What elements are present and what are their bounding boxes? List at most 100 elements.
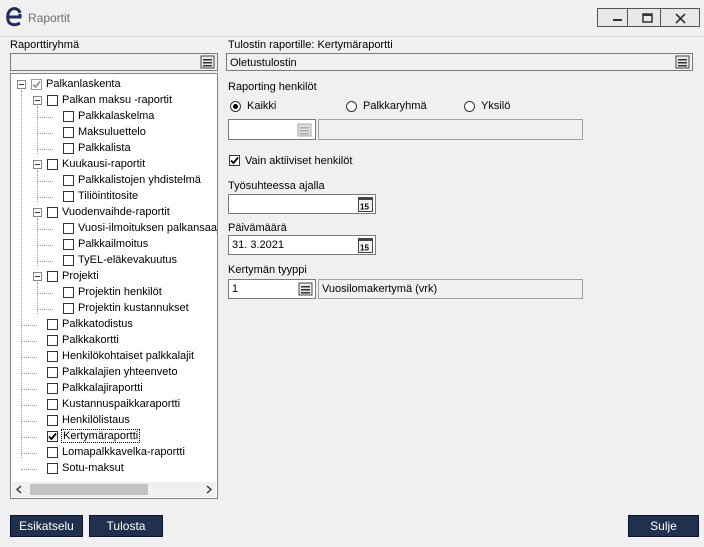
tree-item-checkbox[interactable] xyxy=(63,111,74,122)
close-window-button[interactable] xyxy=(660,8,700,27)
tree-item-label: Henkilökohtaiset palkkalajit xyxy=(62,350,195,362)
calendar-icon[interactable]: 15 xyxy=(358,197,373,212)
tree-item-checkbox[interactable] xyxy=(47,415,58,426)
check-icon xyxy=(230,156,239,165)
tree-item-checkbox[interactable] xyxy=(47,271,58,282)
scroll-right-icon[interactable] xyxy=(205,485,213,494)
tree-item-label: Palkan maksu -raportit xyxy=(62,94,173,106)
tree-connector xyxy=(37,293,53,294)
radio-individual-label: Yksilö xyxy=(481,100,511,112)
report-tree[interactable]: Palkanlaskenta Palkan maksu -raportit Palk… xyxy=(10,73,218,499)
tree-item-label: Projekti xyxy=(62,270,99,282)
tree-item-checkbox[interactable] xyxy=(47,463,58,474)
horizontal-scrollbar[interactable] xyxy=(12,482,216,497)
persons-label: Raporting henkilöt xyxy=(228,81,317,93)
check-icon xyxy=(32,80,41,89)
pay-group-code-field[interactable] xyxy=(228,119,316,140)
tree-item-label: Maksuluettelo xyxy=(78,126,146,138)
tree-item-label: Kertymäraportti xyxy=(60,429,141,443)
tree-item-checkbox[interactable] xyxy=(47,335,58,346)
calendar-icon[interactable]: 15 xyxy=(358,238,373,253)
tree-item-label: Palkkalajien yhteenveto xyxy=(62,366,178,378)
tree-item-checkbox[interactable] xyxy=(47,383,58,394)
tree-item-checkbox[interactable] xyxy=(47,319,58,330)
tree-item-checkbox[interactable] xyxy=(63,255,74,266)
dropdown-icon[interactable] xyxy=(675,54,691,70)
tree-item-checkbox[interactable] xyxy=(47,431,58,442)
date-label: Päivämäärä xyxy=(228,222,287,234)
tree-connector xyxy=(21,421,37,422)
radio-all[interactable] xyxy=(230,101,241,112)
tree-item-checkbox[interactable] xyxy=(47,351,58,362)
tree-connector xyxy=(21,373,37,374)
tree-item-checkbox[interactable] xyxy=(47,95,58,106)
scroll-left-icon[interactable] xyxy=(15,485,23,494)
tree-item-label: Vuosi-ilmoituksen palkansaaja xyxy=(78,222,218,234)
tree-connector xyxy=(21,405,37,406)
tree-item-label: Palkkailmoitus xyxy=(78,238,149,250)
tree-item-checkbox[interactable] xyxy=(47,207,58,218)
dropdown-icon[interactable] xyxy=(200,54,216,70)
tree-connector xyxy=(37,133,53,134)
svg-text:15: 15 xyxy=(360,244,369,253)
radio-pay-group[interactable] xyxy=(346,101,357,112)
accrual-type-label: Kertymän tyyppi xyxy=(228,264,307,276)
date-value: 31. 3.2021 xyxy=(232,239,284,251)
pay-group-name-field xyxy=(318,119,583,140)
tree-connector xyxy=(21,341,37,342)
tree-item-checkbox[interactable] xyxy=(63,239,74,250)
tree-connector xyxy=(37,149,53,150)
tree-item-checkbox[interactable] xyxy=(63,223,74,234)
tree-item-checkbox[interactable] xyxy=(47,447,58,458)
tree-connector xyxy=(37,309,53,310)
radio-pay-group-label: Palkkaryhmä xyxy=(363,100,427,112)
collapse-icon[interactable] xyxy=(33,208,42,217)
tree-item-label: Projektin henkilöt xyxy=(78,286,162,298)
radio-individual[interactable] xyxy=(464,101,475,112)
print-button[interactable]: Tulosta xyxy=(89,515,163,537)
app-logo-icon xyxy=(6,7,22,27)
collapse-icon[interactable] xyxy=(33,96,42,105)
date-field[interactable]: 31. 3.2021 15 xyxy=(228,235,376,255)
scrollbar-thumb[interactable] xyxy=(30,484,148,495)
printer-dropdown[interactable]: Oletustulostin xyxy=(226,53,693,71)
dropdown-icon[interactable] xyxy=(298,281,314,297)
active-only-checkbox[interactable] xyxy=(229,155,240,166)
tree-item-checkbox[interactable] xyxy=(63,127,74,138)
tree-item-checkbox[interactable] xyxy=(63,143,74,154)
accrual-type-code-field[interactable]: 1 xyxy=(228,279,316,299)
tree-item-label: Palkkalista xyxy=(78,142,131,154)
tree-connector xyxy=(37,181,53,182)
preview-button[interactable]: Esikatselu xyxy=(10,515,83,537)
accrual-type-name-field: Vuosilomakertymä (vrk) xyxy=(318,279,583,299)
tree-item-checkbox[interactable] xyxy=(63,287,74,298)
collapse-icon[interactable] xyxy=(33,272,42,281)
collapse-icon[interactable] xyxy=(33,160,42,169)
report-group-dropdown[interactable] xyxy=(10,53,218,71)
tree-item-checkbox[interactable] xyxy=(47,159,58,170)
tree-connector xyxy=(37,106,38,154)
tree-item-label: Palkanlaskenta xyxy=(46,78,121,90)
report-group-label: Raporttiryhmä xyxy=(10,39,80,51)
employment-period-field[interactable]: 15 xyxy=(228,194,376,214)
tree-item-label: Palkkalaskelma xyxy=(78,110,155,122)
tree-item-checkbox[interactable] xyxy=(47,399,58,410)
tree-item-checkbox[interactable] xyxy=(47,367,58,378)
tree-connector xyxy=(37,218,38,266)
tree-item-label: Palkkakortti xyxy=(62,334,119,346)
dropdown-icon[interactable] xyxy=(297,122,313,138)
tree-item-checkbox[interactable] xyxy=(63,191,74,202)
close-button[interactable]: Sulje xyxy=(628,515,699,537)
accrual-type-code: 1 xyxy=(232,283,239,295)
tree-item-label: Kustannuspaikkaraportti xyxy=(62,398,181,410)
tree-item-label: Lomapalkkavelka-raportti xyxy=(62,446,185,458)
tree-item-checkbox[interactable] xyxy=(63,303,74,314)
collapse-icon[interactable] xyxy=(17,80,26,89)
tree-item-checkbox[interactable] xyxy=(31,79,42,90)
printer-value: Oletustulostin xyxy=(230,57,297,69)
window-title: Raportit xyxy=(28,11,71,25)
tree-item-label: Sotu-maksut xyxy=(62,462,124,474)
active-only-label: Vain aktiiviset henkilöt xyxy=(245,155,353,167)
tree-item-label: TyEL-eläkevakuutus xyxy=(78,254,178,266)
tree-item-checkbox[interactable] xyxy=(63,175,74,186)
